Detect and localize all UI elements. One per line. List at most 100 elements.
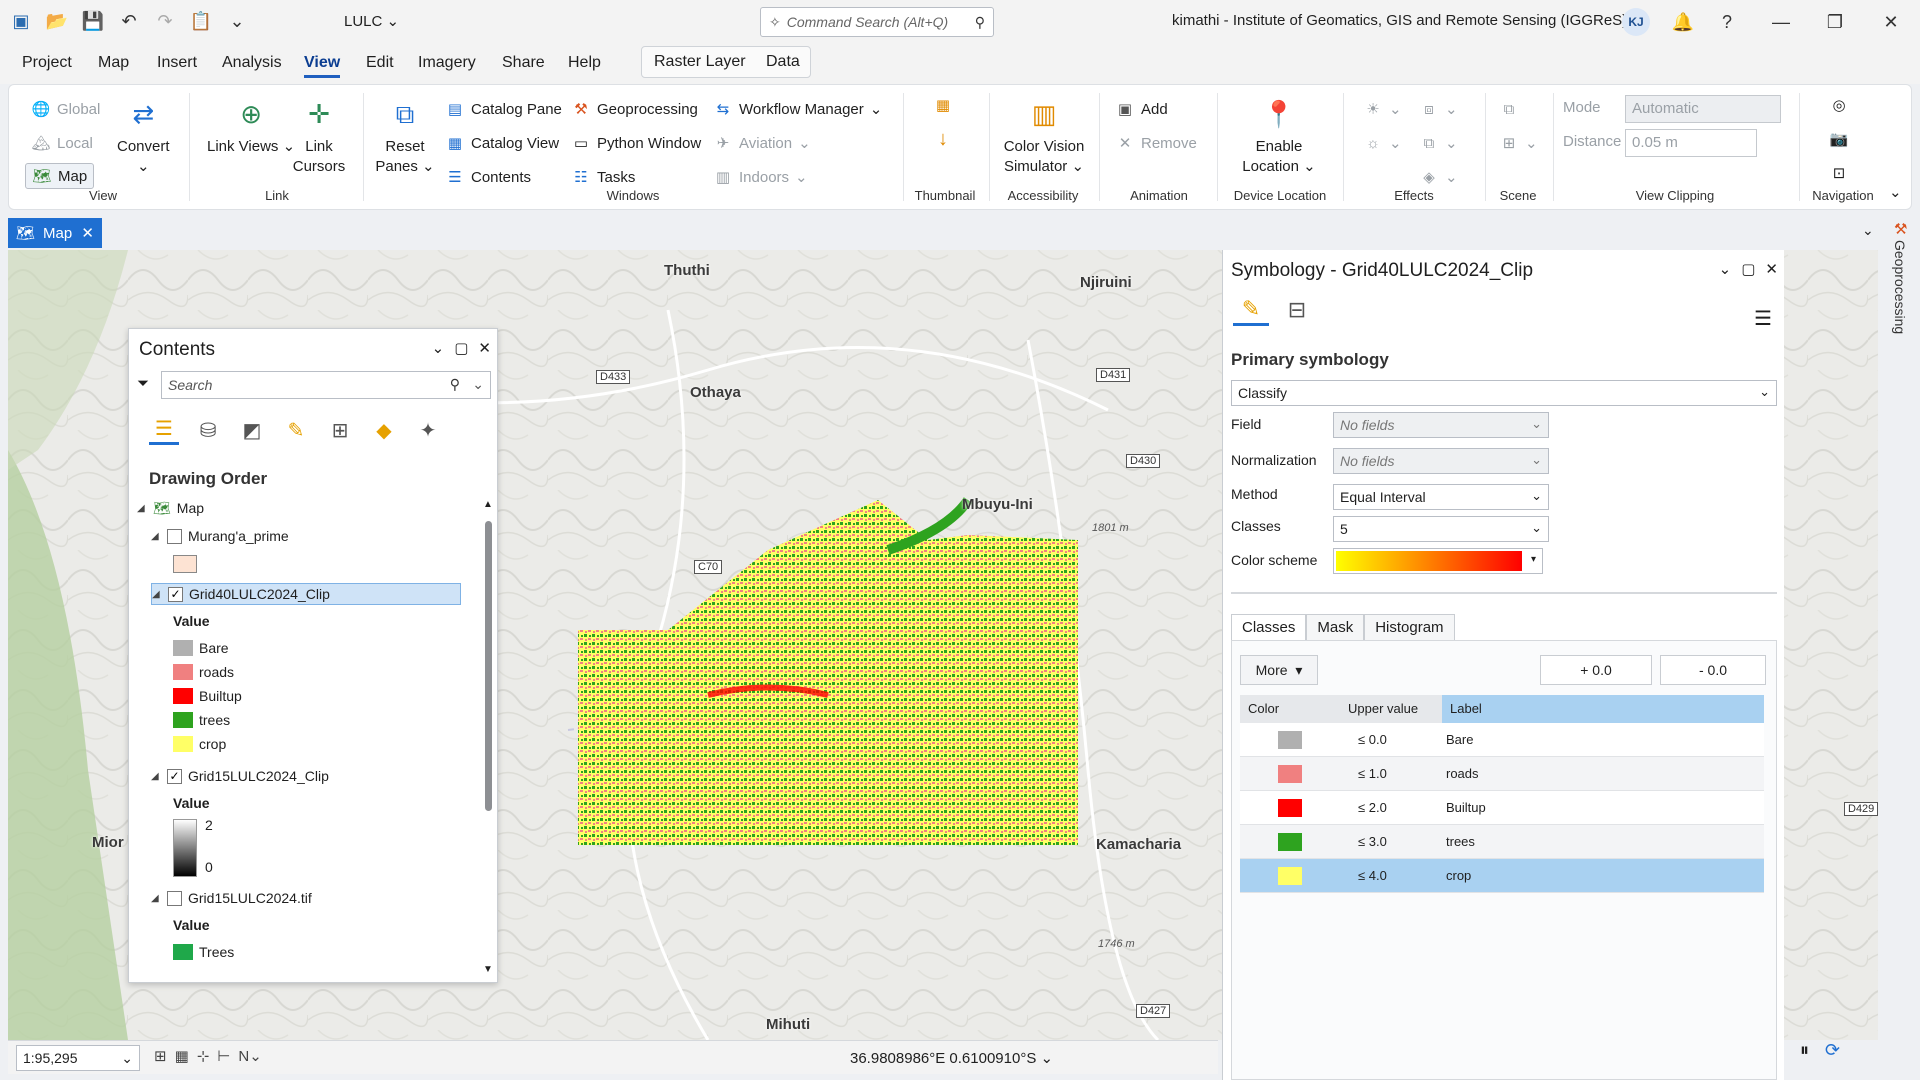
tab-data[interactable]: Data [766, 53, 800, 71]
account-name[interactable]: kimathi - Institute of Geomatics, GIS an… [1172, 12, 1627, 29]
legend-class-row[interactable]: crop [173, 733, 226, 755]
catalog-pane-button[interactable]: ▤ Catalog Pane [445, 99, 562, 119]
redo-icon[interactable]: ↷ [152, 8, 178, 34]
label-cell[interactable]: crop [1442, 868, 1764, 883]
reference-scale-icon[interactable]: ⊞ [154, 1047, 167, 1065]
data-source-icon[interactable]: ⛁ [193, 415, 223, 445]
collapse-ribbon-icon[interactable]: ⌄ [1889, 183, 1902, 201]
maximize-icon[interactable]: ▢ [454, 339, 468, 357]
indoors-button[interactable]: ▥ Indoors ⌄ [713, 167, 808, 187]
pause-drawing-icon[interactable]: ⏸ [1800, 1040, 1809, 1061]
collapse-icon[interactable]: ◢ [152, 589, 162, 600]
labeling-icon[interactable]: ◆ [369, 415, 399, 445]
secondary-symbology-icon[interactable]: ⊟ [1279, 294, 1315, 326]
scale-select[interactable]: 1:95,295 ⌄ [16, 1045, 140, 1071]
class-color-swatch[interactable] [1278, 764, 1302, 783]
normalization-select[interactable]: No fields ⌄ [1333, 448, 1549, 474]
tab-imagery[interactable]: Imagery [418, 54, 476, 72]
selection-icon[interactable]: ◩ [237, 415, 267, 445]
layer-item[interactable]: ◢ Murang'a_prime [151, 525, 289, 547]
tab-view[interactable]: View [304, 54, 341, 78]
upper-value-cell[interactable]: ≤ 0.0 [1340, 732, 1442, 747]
scene-layer-button[interactable]: ⊞ ⌄ [1499, 133, 1538, 153]
layer-visibility-checkbox[interactable]: ✓ [167, 768, 182, 784]
convert-button[interactable]: ⇄ Convert ⌄ [117, 95, 170, 177]
layer-visibility-checkbox[interactable]: ✓ [168, 586, 183, 602]
close-pane-icon[interactable]: ✕ [1765, 260, 1778, 278]
color-scheme-select[interactable]: ▾ [1333, 548, 1543, 574]
effects-shadow-button[interactable]: ☼ ⌄ [1363, 133, 1401, 153]
label-cell[interactable]: Builtup [1442, 800, 1764, 815]
customize-qat-icon[interactable]: ⌄ [224, 8, 250, 34]
workflow-manager-button[interactable]: ⇆ Workflow Manager ⌄ [713, 99, 883, 119]
upper-value-column-header[interactable]: Upper value [1340, 695, 1442, 723]
maximize-icon[interactable]: ▢ [1741, 260, 1755, 278]
renderer-select[interactable]: Classify ⌄ [1231, 380, 1777, 406]
save-project-icon[interactable]: 💾 [80, 8, 106, 34]
subtract-value-button[interactable]: - 0.0 [1660, 655, 1766, 685]
effects-flicker-button[interactable]: ⧉ ⌄ [1419, 133, 1458, 153]
color-vision-simulator-button[interactable]: ▥ Color Vision Simulator ⌄ [997, 95, 1091, 177]
class-color-swatch[interactable] [1278, 798, 1302, 817]
perspective-icon[interactable]: ✦ [413, 415, 443, 445]
notification-icon[interactable]: 🔔 [1668, 8, 1698, 36]
primary-symbology-icon[interactable]: ✎ [1233, 294, 1269, 326]
layer-item[interactable]: ◢ ✓ Grid15LULC2024_Clip [151, 765, 329, 787]
refresh-icon[interactable]: ⟳ [1825, 1040, 1840, 1061]
tab-map[interactable]: Map [98, 54, 129, 72]
tab-edit[interactable]: Edit [366, 54, 394, 72]
editing-icon[interactable]: ✎ [281, 415, 311, 445]
chevron-down-icon[interactable]: ⌄ [472, 376, 484, 393]
layer-visibility-checkbox[interactable] [167, 528, 182, 544]
contents-button[interactable]: ☰ Contents [445, 167, 531, 187]
tab-mask[interactable]: Mask [1306, 614, 1365, 640]
collapse-icon[interactable]: ◢ [151, 893, 161, 904]
table-row[interactable]: ≤ 1.0 roads [1240, 757, 1764, 791]
layer-item-selected[interactable]: ◢ ✓ Grid40LULC2024_Clip [151, 583, 461, 605]
tab-overflow-icon[interactable]: ⌄ [1862, 222, 1874, 239]
animation-add-button[interactable]: ▣ Add [1115, 99, 1168, 119]
pane-options-icon[interactable]: ⌄ [432, 339, 445, 357]
add-value-button[interactable]: + 0.0 [1540, 655, 1652, 685]
pane-options-icon[interactable]: ⌄ [1719, 260, 1732, 278]
navigation-mode-icon[interactable]: N⌄ [238, 1047, 261, 1065]
effects-transparency-button[interactable]: ◈ ⌄ [1419, 167, 1457, 187]
legend-class-row[interactable]: Bare [173, 637, 229, 659]
tab-classes[interactable]: Classes [1231, 614, 1307, 640]
open-project-icon[interactable]: 📂 [44, 8, 70, 34]
close-icon[interactable]: ✕ [1876, 8, 1906, 36]
aviation-button[interactable]: ✈ Aviation ⌄ [713, 133, 811, 153]
command-search-input[interactable]: ✧ Command Search (Alt+Q) ⚲ [760, 7, 994, 37]
method-select[interactable]: Equal Interval ⌄ [1333, 484, 1549, 510]
layer-visibility-checkbox[interactable] [167, 890, 182, 906]
clipping-mode-select[interactable]: Automatic [1625, 95, 1781, 123]
collapse-icon[interactable]: ◢ [151, 531, 161, 542]
tab-raster-layer[interactable]: Raster Layer [654, 53, 746, 71]
animation-remove-button[interactable]: ✕ Remove [1115, 133, 1197, 153]
field-select[interactable]: No fields ⌄ [1333, 412, 1549, 438]
grid-icon[interactable]: ▦ [175, 1047, 189, 1065]
thumbnail-arrow-button[interactable]: ↓ [933, 128, 953, 150]
legend-class-row[interactable]: roads [173, 661, 234, 683]
clipping-distance-input[interactable]: 0.05 m [1625, 129, 1757, 157]
tab-insert[interactable]: Insert [157, 54, 197, 72]
upper-value-cell[interactable]: ≤ 2.0 [1340, 800, 1442, 815]
tab-share[interactable]: Share [502, 54, 545, 72]
map-node[interactable]: ◢ 🗺 Map [137, 497, 204, 519]
full-extent-button[interactable]: ⊡ [1829, 163, 1849, 183]
drawing-order-icon[interactable]: ☰ [149, 415, 179, 445]
classes-select[interactable]: 5 ⌄ [1333, 516, 1549, 542]
legend-class-row[interactable]: Builtup [173, 685, 242, 707]
project-name[interactable]: LULC ⌄ [344, 12, 399, 30]
legend-class-row[interactable]: Trees [173, 941, 234, 963]
color-column-header[interactable]: Color [1240, 695, 1340, 723]
snapping-toggle-icon[interactable]: ⊹ [197, 1047, 210, 1065]
catalog-view-button[interactable]: ▦ Catalog View [445, 133, 559, 153]
scroll-down-icon[interactable]: ▼ [483, 964, 493, 975]
navigator-button[interactable]: ◎ [1829, 95, 1849, 115]
close-tab-icon[interactable]: ✕ [81, 224, 94, 242]
class-color-swatch[interactable] [1278, 832, 1302, 851]
contents-scrollbar[interactable]: ▲ ▼ [483, 499, 493, 975]
tab-project[interactable]: Project [22, 54, 72, 72]
effects-light-button[interactable]: ☀ ⌄ [1363, 99, 1401, 119]
